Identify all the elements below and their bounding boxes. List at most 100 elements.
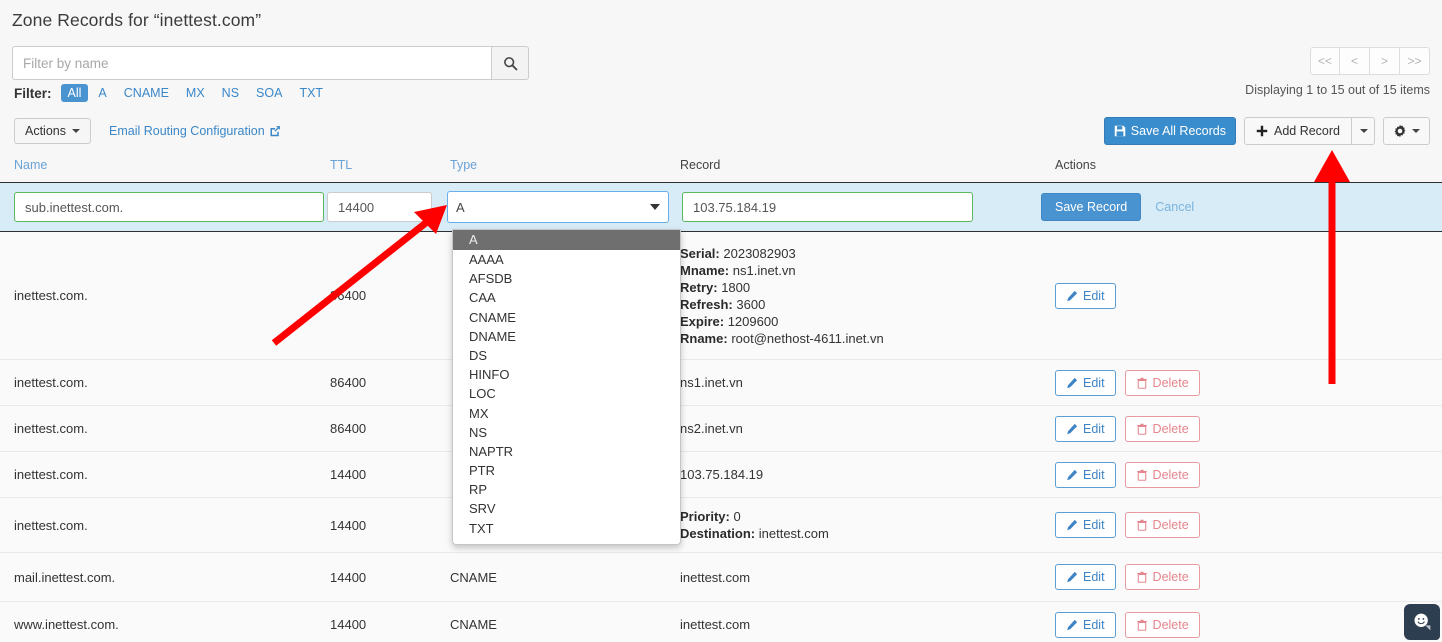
edit-record-button[interactable]: Edit [1055,369,1116,396]
record-detail-value: root@nethost-4611.inet.vn [731,330,884,346]
chat-support-widget[interactable] [1404,604,1440,640]
table-row: www.inettest.com. 14400 CNAME inettest.com E… [0,602,1442,642]
record-detail-line: Serial: 2023082903 [680,245,1055,262]
type-option-naptr[interactable]: NAPTR [453,442,680,461]
delete-record-button[interactable]: Delete [1124,512,1200,538]
table-row: inettest.com. 86400 ns1.inet.vn Edit Delete [0,360,1442,406]
edit-record-button[interactable]: Edit [1055,564,1116,590]
type-option-rp[interactable]: RP [453,480,680,499]
chevron-down-icon [1360,129,1368,133]
edit-record-button[interactable]: Edit [1055,461,1116,488]
filter-search-group [12,46,529,80]
filter-item-mx[interactable]: MX [179,84,212,102]
filter-item-ns[interactable]: NS [215,84,246,102]
cell-record: ns1.inet.vn [680,364,1055,401]
type-option-loc[interactable]: LOC [453,384,680,403]
filter-item-txt[interactable]: TXT [292,84,330,102]
record-detail-label: Serial: [680,245,720,261]
save-all-records-button[interactable]: Save All Records [1103,117,1236,145]
type-option-txt[interactable]: TXT [453,519,680,538]
cell-name: inettest.com. [14,375,88,390]
delete-record-button[interactable]: Delete [1124,461,1200,488]
filter-item-a[interactable]: A [91,84,113,102]
pagination-next-button[interactable]: > [1370,47,1400,75]
filter-item-all[interactable]: All [60,84,89,102]
cell-record: Serial: 2023082903 Mname: ns1.inet.vn Retr… [680,235,1055,357]
type-option-caa[interactable]: CAA [453,288,680,307]
add-record-dropdown-toggle[interactable] [1352,117,1375,145]
actions-button[interactable]: Actions [14,118,91,144]
record-detail-label: Expire: [680,313,725,329]
record-name-input[interactable] [14,192,324,222]
type-option-mx[interactable]: MX [453,404,680,423]
trash-icon [1136,571,1147,583]
cell-ttl: 14400 [330,569,367,585]
trash-icon [1136,619,1147,631]
type-option-ds[interactable]: DS [453,346,680,365]
column-header-name[interactable]: Name [14,158,330,172]
delete-record-button[interactable]: Delete [1124,564,1200,590]
cell-record: inettest.com [680,559,1055,596]
record-detail-value: 1209600 [727,313,779,329]
record-value-input[interactable] [682,192,973,222]
filter-item-cname[interactable]: CNAME [117,84,176,102]
add-record-label: Add Record [1273,124,1340,138]
record-detail-line: Rname: root@nethost-4611.inet.vn [680,330,1055,347]
type-option-afsdb[interactable]: AFSDB [453,269,680,288]
type-option-dname[interactable]: DNAME [453,327,680,346]
actions-toolbar: Actions Email Routing Configuration [14,118,281,144]
delete-record-button[interactable]: Delete [1124,369,1200,396]
search-button[interactable] [491,46,529,80]
record-edit-actions: Save Record Cancel [1041,193,1194,221]
record-detail-line: Mname: ns1.inet.vn [680,262,1055,279]
settings-button[interactable] [1383,117,1430,145]
edit-record-button[interactable]: Edit [1055,611,1116,638]
type-option-ns[interactable]: NS [453,423,680,442]
trash-icon [1136,519,1147,531]
cell-actions: Edit Delete [1055,512,1395,538]
edit-record-button[interactable]: Edit [1055,512,1116,538]
trash-icon [1136,469,1147,481]
type-option-cname[interactable]: CNAME [453,308,680,327]
record-detail-value: ns1.inet.vn [732,262,796,278]
pagination-first-button[interactable]: << [1310,47,1340,75]
record-ttl-input[interactable] [327,192,432,222]
record-detail-value: 0 [733,509,741,524]
column-header-type[interactable]: Type [450,158,680,172]
record-value-text: 103.75.184.19 [680,467,764,482]
chevron-down-icon [72,129,80,133]
cell-ttl: 86400 [330,421,367,436]
delete-record-button[interactable]: Delete [1124,415,1200,442]
chevron-down-icon [650,204,660,210]
record-detail-label: Rname: [680,330,728,346]
filter-label: Filter: [14,85,52,101]
email-routing-configuration-link[interactable]: Email Routing Configuration [109,124,281,138]
column-header-ttl[interactable]: TTL [330,158,450,172]
column-header-record: Record [680,158,721,172]
delete-record-label: Delete [1152,518,1189,532]
cancel-edit-link[interactable]: Cancel [1155,200,1194,214]
cell-ttl: 86400 [330,288,367,303]
search-input[interactable] [12,46,491,80]
record-type-select[interactable]: A [447,191,669,223]
type-option-aaaa[interactable]: AAAA [453,250,680,269]
delete-record-label: Delete [1152,617,1189,632]
pagination-last-button[interactable]: >> [1400,47,1430,75]
add-record-button[interactable]: Add Record [1243,117,1352,145]
type-option-srv[interactable]: SRV [453,499,680,518]
cell-ttl: 14400 [330,617,367,632]
pagination-prev-button[interactable]: < [1340,47,1370,75]
delete-record-button[interactable]: Delete [1124,611,1200,638]
record-detail-value: 3600 [736,296,766,312]
delete-record-label: Delete [1152,570,1189,584]
edit-record-button[interactable]: Edit [1055,282,1116,309]
type-option-ptr[interactable]: PTR [453,461,680,480]
record-detail-line: Priority: 0 [680,508,1055,525]
delete-record-label: Delete [1152,375,1189,390]
filter-item-soa[interactable]: SOA [249,84,289,102]
pagination-controls: << < > >> [1310,47,1430,75]
save-record-button[interactable]: Save Record [1041,193,1142,221]
type-option-hinfo[interactable]: HINFO [453,365,680,384]
edit-record-button[interactable]: Edit [1055,415,1116,442]
type-option-a[interactable]: A [453,230,680,250]
